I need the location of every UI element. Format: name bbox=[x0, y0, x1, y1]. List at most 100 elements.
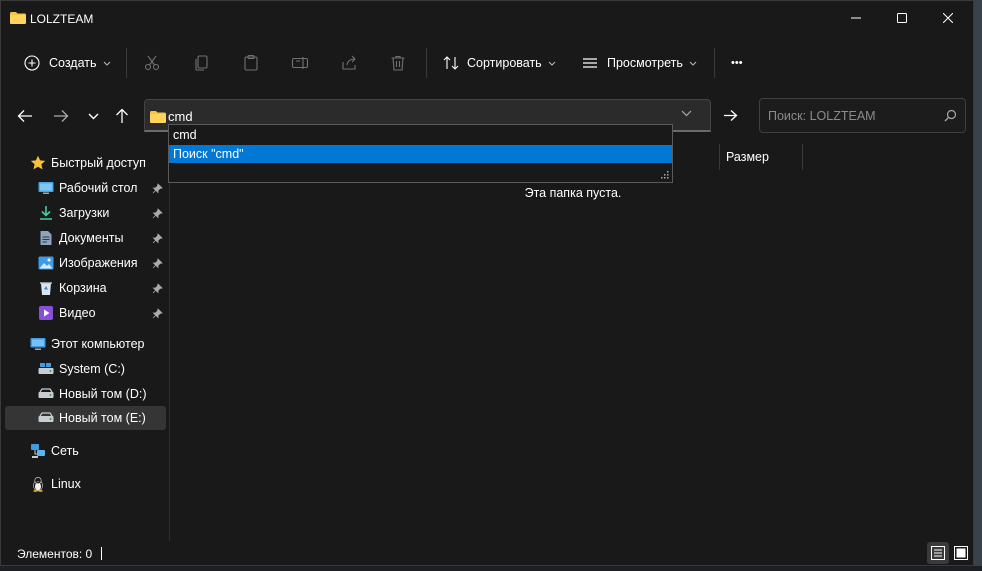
arrow-left-icon bbox=[17, 110, 32, 122]
nav-item-videos[interactable]: Видео bbox=[1, 301, 167, 325]
minimize-icon bbox=[851, 17, 861, 19]
pane-splitter[interactable] bbox=[169, 139, 170, 541]
computer-icon bbox=[30, 338, 46, 350]
scissors-icon bbox=[144, 55, 160, 71]
search-input[interactable]: Поиск: LOLZTEAM bbox=[759, 98, 966, 133]
drive-icon bbox=[38, 412, 54, 422]
items-count: Элементов: 0 bbox=[17, 547, 93, 561]
nav-item-label: Видео bbox=[59, 306, 96, 320]
drive-icon bbox=[38, 388, 54, 398]
nav-drive-c[interactable]: System (C:) bbox=[1, 357, 167, 381]
rename-button[interactable] bbox=[291, 41, 309, 85]
share-icon bbox=[342, 55, 356, 70]
linux-penguin-icon bbox=[33, 476, 43, 492]
sort-button[interactable]: Сортировать bbox=[442, 41, 556, 85]
explorer-window: LOLZTEAM Создать Сортировать Просмотреть… bbox=[0, 0, 974, 566]
rename-icon bbox=[291, 57, 309, 69]
title-bar[interactable]: LOLZTEAM bbox=[1, 1, 973, 35]
back-button[interactable] bbox=[11, 102, 39, 130]
go-button[interactable] bbox=[714, 99, 747, 132]
forward-button[interactable] bbox=[47, 102, 75, 130]
copy-icon bbox=[195, 55, 208, 71]
search-icon bbox=[944, 109, 957, 122]
nav-network[interactable]: Сеть bbox=[1, 439, 167, 463]
up-button[interactable] bbox=[108, 102, 136, 130]
share-button[interactable] bbox=[340, 41, 358, 85]
suggestion-item[interactable]: cmd bbox=[169, 126, 672, 144]
close-button[interactable] bbox=[925, 1, 971, 35]
resize-grip-icon[interactable] bbox=[661, 171, 669, 179]
nav-item-desktop[interactable]: Рабочий стол bbox=[1, 176, 167, 200]
folder-icon bbox=[150, 111, 166, 123]
column-separator[interactable] bbox=[802, 144, 803, 170]
details-view-icon bbox=[931, 546, 945, 560]
nav-item-documents[interactable]: Документы bbox=[1, 226, 167, 250]
maximize-icon bbox=[897, 13, 907, 23]
column-header-size[interactable]: Размер bbox=[726, 150, 769, 164]
trash-icon bbox=[391, 55, 405, 71]
window-title: LOLZTEAM bbox=[30, 12, 94, 26]
videos-icon bbox=[39, 306, 53, 320]
delete-button[interactable] bbox=[389, 41, 407, 85]
nav-item-label: Изображения bbox=[59, 256, 138, 270]
system-drive-icon bbox=[38, 363, 54, 374]
view-button[interactable]: Просмотреть bbox=[581, 41, 697, 85]
nav-quick-access-label: Быстрый доступ bbox=[51, 156, 146, 170]
plus-circle-icon bbox=[24, 55, 40, 71]
minimize-button[interactable] bbox=[833, 1, 879, 35]
more-options-icon: ••• bbox=[731, 57, 743, 69]
downloads-icon bbox=[40, 206, 52, 220]
nav-linux[interactable]: Linux bbox=[1, 472, 167, 496]
pin-icon bbox=[152, 282, 163, 293]
documents-icon bbox=[40, 231, 52, 245]
suggestion-label: Поиск "cmd" bbox=[173, 147, 244, 161]
details-view-button[interactable] bbox=[927, 542, 949, 564]
tiles-view-button[interactable] bbox=[950, 542, 972, 564]
pin-icon bbox=[152, 232, 163, 243]
status-bar: Элементов: 0 bbox=[1, 541, 973, 567]
nav-drive-d[interactable]: Новый том (D:) bbox=[1, 382, 167, 406]
empty-folder-message: Эта папка пуста. bbox=[524, 186, 622, 200]
pin-icon bbox=[152, 257, 163, 268]
folder-icon bbox=[10, 12, 26, 24]
chevron-down-icon bbox=[88, 113, 98, 119]
nav-item-label: Документы bbox=[59, 231, 124, 245]
network-icon bbox=[31, 444, 45, 458]
search-placeholder: Поиск: LOLZTEAM bbox=[768, 109, 876, 123]
new-label: Создать bbox=[49, 56, 97, 70]
paste-button[interactable] bbox=[242, 41, 260, 85]
nav-item-label: Загрузки bbox=[59, 206, 110, 220]
cut-button[interactable] bbox=[143, 41, 161, 85]
nav-drive-label: Новый том (D:) bbox=[59, 387, 147, 401]
recent-locations-button[interactable] bbox=[79, 102, 107, 130]
file-list-area[interactable]: Эта папка пуста. bbox=[171, 1, 975, 200]
arrow-right-icon bbox=[724, 110, 738, 121]
nav-drive-e[interactable]: Новый том (E:) bbox=[5, 406, 166, 430]
copy-button[interactable] bbox=[193, 41, 211, 85]
clipboard-icon bbox=[244, 54, 258, 71]
nav-quick-access[interactable]: Быстрый доступ bbox=[1, 151, 167, 175]
nav-this-pc[interactable]: Этот компьютер bbox=[1, 332, 167, 356]
nav-item-recycle-bin[interactable]: Корзина bbox=[1, 276, 167, 300]
nav-item-label: Рабочий стол bbox=[59, 181, 138, 195]
desktop-background-right bbox=[974, 0, 982, 571]
sort-icon bbox=[443, 56, 459, 70]
sort-label: Сортировать bbox=[467, 56, 542, 70]
nav-item-label: Корзина bbox=[59, 281, 107, 295]
maximize-button[interactable] bbox=[879, 1, 925, 35]
toolbar-separator bbox=[126, 48, 127, 78]
suggestion-item-search[interactable]: Поиск "cmd" bbox=[169, 145, 672, 163]
column-separator[interactable] bbox=[719, 144, 720, 170]
close-icon bbox=[943, 13, 953, 23]
nav-item-pictures[interactable]: Изображения bbox=[1, 251, 167, 275]
new-button[interactable]: Создать bbox=[24, 41, 111, 85]
address-suggestions-dropdown: cmd Поиск "cmd" bbox=[168, 124, 673, 183]
chevron-down-icon[interactable] bbox=[681, 110, 692, 117]
arrow-right-icon bbox=[54, 110, 69, 122]
nav-item-downloads[interactable]: Загрузки bbox=[1, 201, 167, 225]
more-options-button[interactable]: ••• bbox=[731, 41, 743, 85]
view-label: Просмотреть bbox=[607, 56, 683, 70]
pictures-icon bbox=[38, 256, 54, 270]
chevron-down-icon bbox=[548, 61, 556, 66]
toolbar-separator bbox=[426, 48, 427, 78]
